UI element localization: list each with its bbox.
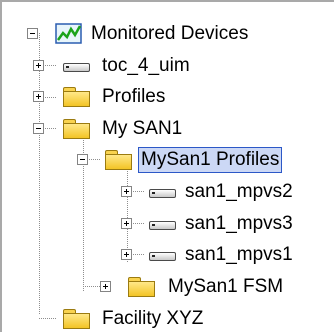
collapse-toggle[interactable] [27,28,38,39]
folder-icon [62,86,90,107]
tree-item-label: My SAN1 [102,118,183,139]
tree-item-label: toc_4_uim [102,55,190,76]
device-icon [148,182,176,202]
expand-toggle[interactable] [121,218,132,229]
tree-view: Monitored Devices toc_4_uim Profiles My … [0,0,334,332]
expand-toggle[interactable] [121,186,132,197]
tree-item-label: MySan1 Profiles [138,147,283,173]
folder-icon [62,118,90,139]
tree-item-mysan1-profiles[interactable]: MySan1 Profiles [0,147,334,174]
expand-toggle[interactable] [33,91,44,102]
expand-toggle[interactable] [121,249,132,260]
tree-item-facility-xyz[interactable]: Facility XYZ [0,307,334,333]
device-icon [148,214,176,234]
tree-item-label: san1_mpvs2 [185,181,293,202]
tree-item-my-san1[interactable]: My SAN1 [0,117,334,143]
folder-icon [62,308,90,329]
expand-toggle[interactable] [33,60,44,71]
tree-item-san1-mpvs2[interactable]: san1_mpvs2 [0,180,334,206]
collapse-toggle[interactable] [33,123,44,134]
tree-item-label: Profiles [102,86,166,107]
tree-item-label: Facility XYZ [102,308,204,329]
folder-icon [127,276,155,297]
tree-item-profiles[interactable]: Profiles [0,85,334,111]
tree-item-label: san1_mpvs3 [185,213,293,234]
device-icon [148,245,176,265]
folder-icon [104,149,132,170]
tree-item-mysan1-fsm[interactable]: MySan1 FSM [0,275,334,301]
tree-item-monitored-devices[interactable]: Monitored Devices [0,22,334,48]
tree-item-label: MySan1 FSM [168,276,284,297]
monitor-chart-icon [55,23,82,44]
tree-item-label: san1_mpvs1 [185,244,293,265]
expand-toggle[interactable] [100,281,111,292]
device-icon [62,56,90,76]
tree-item-san1-mpvs3[interactable]: san1_mpvs3 [0,212,334,238]
collapse-toggle[interactable] [77,154,88,165]
tree-item-san1-mpvs1[interactable]: san1_mpvs1 [0,243,334,269]
tree-item-label: Monitored Devices [91,23,249,44]
tree-item-toc-4-uim[interactable]: toc_4_uim [0,54,334,80]
